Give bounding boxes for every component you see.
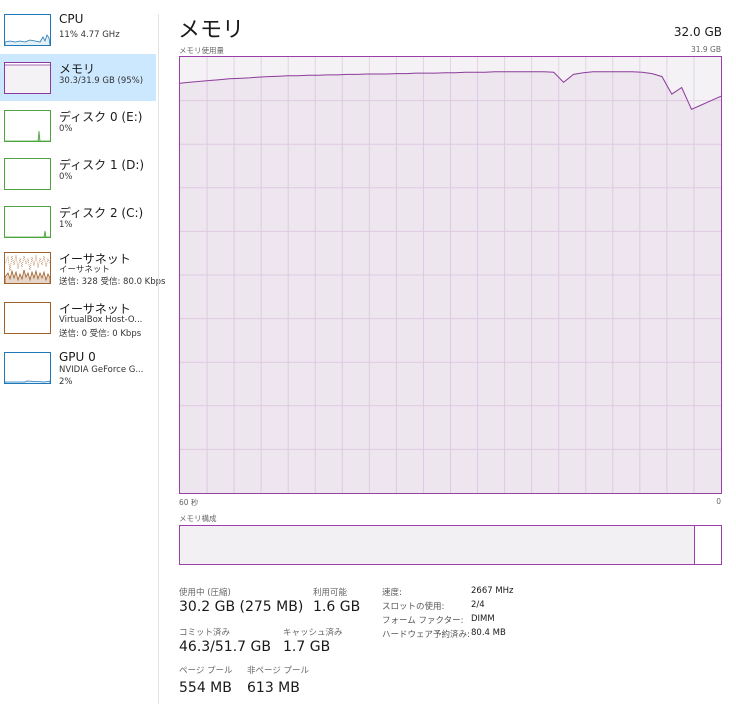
- memory-usage-chart: [180, 57, 721, 493]
- sidebar-item-ethernet-virtualbox[interactable]: イーサネット VirtualBox Host-O... 送信: 0 受信: 0 …: [0, 294, 156, 341]
- sidebar-item-ethernet[interactable]: イーサネット イーサネット 送信: 328 受信: 80.0 Kbps: [0, 244, 165, 291]
- hardware-reserved-label: ハードウェア予約済み:: [382, 630, 470, 640]
- sidebar-item-disk2[interactable]: ディスク 2 (C:) 1%: [0, 198, 156, 245]
- cpu-thumbnail-graph: [4, 14, 51, 46]
- page-title: メモリ: [178, 18, 245, 43]
- disk1-thumbnail-graph: [4, 158, 51, 190]
- form-factor-label: フォーム ファクター:: [382, 616, 464, 626]
- slots-value: 2/4: [471, 600, 485, 610]
- sidebar: CPU 11% 4.77 GHz メモリ 30.3/31.9 GB (95%) …: [0, 0, 165, 708]
- sidebar-item-subtitle: 11% 4.77 GHz: [59, 30, 120, 40]
- sidebar-item-disk0[interactable]: ディスク 0 (E:) 0%: [0, 102, 156, 149]
- nonpaged-pool-label: 非ページ プール: [247, 666, 310, 676]
- sidebar-item-subtitle: 0%: [59, 172, 73, 182]
- committed-value: 46.3/51.7 GB: [179, 639, 271, 655]
- sidebar-item-title: GPU 0: [59, 350, 96, 364]
- sidebar-item-memory[interactable]: メモリ 30.3/31.9 GB (95%): [0, 54, 156, 101]
- sidebar-item-subtitle: 0%: [59, 124, 73, 134]
- usage-area: [180, 71, 721, 493]
- ethernet-thumbnail-graph: [4, 252, 51, 284]
- sidebar-item-gpu[interactable]: GPU 0 NVIDIA GeForce G... 2%: [0, 344, 156, 391]
- paged-pool-value: 554 MB: [179, 680, 232, 696]
- available-label: 利用可能: [313, 588, 348, 598]
- speed-value: 2667 MHz: [471, 586, 514, 596]
- cached-value: 1.7 GB: [283, 639, 331, 655]
- hardware-reserved-value: 80.4 MB: [471, 628, 506, 638]
- sidebar-item-throughput: 送信: 0 受信: 0 Kbps: [59, 329, 142, 339]
- usage-graph-max: 31.9 GB: [690, 45, 721, 54]
- memory-usage-graph: [179, 56, 722, 494]
- sidebar-item-title: ディスク 2 (C:): [59, 206, 144, 220]
- time-axis-left: 60 秒: [179, 498, 199, 507]
- in-use-label: 使用中 (圧縮): [179, 588, 231, 598]
- sidebar-item-title: CPU: [59, 12, 84, 26]
- cached-label: キャッシュ済み: [283, 628, 343, 638]
- ethernet-virtualbox-thumbnail-graph: [4, 302, 51, 334]
- paged-pool-label: ページ プール: [179, 666, 233, 676]
- sidebar-item-title: メモリ: [59, 62, 96, 76]
- slots-label: スロットの使用:: [382, 602, 445, 612]
- composition-label: メモリ構成: [179, 514, 217, 523]
- sidebar-item-cpu[interactable]: CPU 11% 4.77 GHz: [0, 6, 156, 53]
- composition-in-use: [180, 526, 694, 564]
- total-memory: 32.0 GB: [673, 25, 722, 39]
- sidebar-item-title: ディスク 0 (E:): [59, 110, 143, 124]
- sidebar-item-throughput: 送信: 328 受信: 80.0 Kbps: [59, 277, 166, 287]
- sidebar-item-title: ディスク 1 (D:): [59, 158, 145, 172]
- form-factor-value: DIMM: [471, 614, 495, 624]
- sidebar-item-subtitle: イーサネット: [59, 265, 110, 275]
- sidebar-item-subtitle: NVIDIA GeForce G...: [59, 365, 144, 375]
- usage-graph-label: メモリ使用量: [179, 46, 224, 55]
- nonpaged-pool-value: 613 MB: [247, 680, 300, 696]
- committed-label: コミット済み: [179, 628, 231, 638]
- memory-thumbnail-graph: [4, 62, 51, 94]
- sidebar-item-disk1[interactable]: ディスク 1 (D:) 0%: [0, 150, 156, 197]
- in-use-value: 30.2 GB (275 MB): [179, 599, 304, 615]
- disk2-thumbnail-graph: [4, 206, 51, 238]
- time-axis-right: 0: [716, 497, 721, 506]
- sidebar-divider: [158, 14, 159, 704]
- gpu-thumbnail-graph: [4, 352, 51, 384]
- available-value: 1.6 GB: [313, 599, 361, 615]
- disk0-thumbnail-graph: [4, 110, 51, 142]
- sidebar-item-subtitle: 1%: [59, 220, 73, 230]
- sidebar-item-subtitle: VirtualBox Host-O...: [59, 315, 143, 325]
- memory-composition-bar: [179, 525, 722, 565]
- sidebar-item-subtitle: 30.3/31.9 GB (95%): [59, 76, 144, 86]
- speed-label: 速度:: [382, 588, 402, 598]
- composition-separator: [694, 526, 695, 564]
- sidebar-item-usage: 2%: [59, 377, 73, 387]
